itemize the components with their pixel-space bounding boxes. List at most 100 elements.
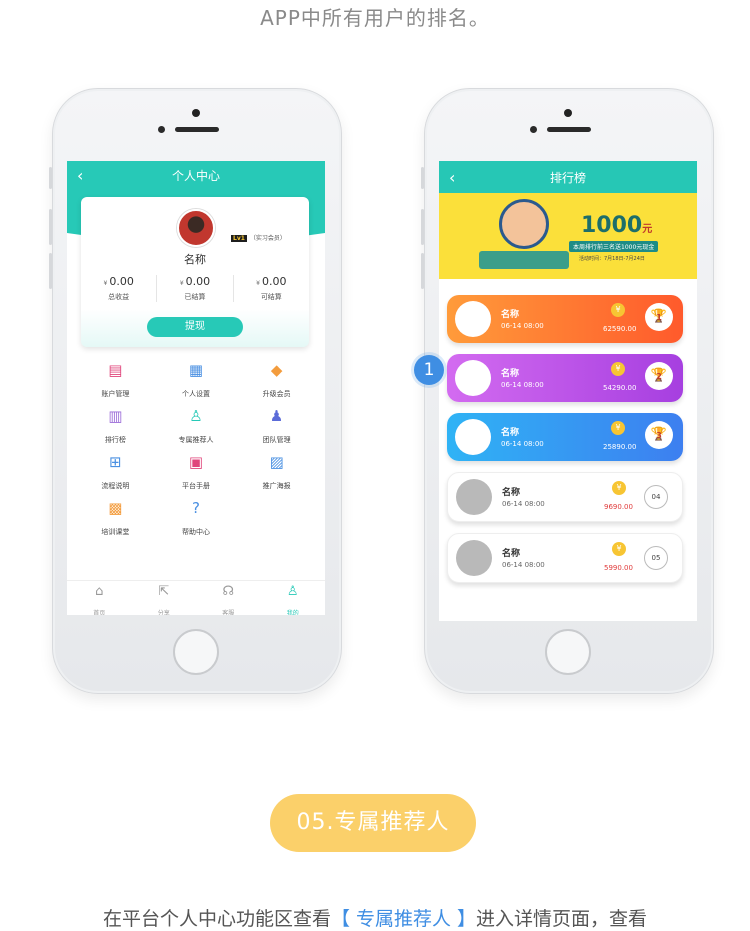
menu-item-flowchart[interactable]: ⊞ 流程说明 [75, 453, 156, 490]
menu-item-poster[interactable]: ▨ 推广海报 [236, 453, 317, 490]
manual-icon: ▣ [188, 453, 204, 471]
menu-item-label: 专属推荐人 [178, 436, 214, 444]
flowchart-icon: ⊞ [109, 453, 122, 471]
banner-headline: 本周排行前三名送1000元现金 [569, 241, 659, 252]
coin-icon: ¥ [612, 542, 626, 556]
volume-down-button [421, 253, 424, 289]
ranking-screen: ‹ 排行榜 1000元 本周排行前三名送1000元现金 活动时间：7月18日-7… [439, 161, 697, 621]
share-icon: ⇱ [158, 584, 170, 599]
cash-illustration [479, 251, 569, 269]
phone-right: ‹ 排行榜 1000元 本周排行前三名送1000元现金 活动时间：7月18日-7… [421, 88, 714, 694]
menu-item-label: 升级会员 [262, 390, 291, 398]
stat-label: 可结算 [260, 293, 282, 301]
menu-item-settings-doc[interactable]: ▦ 个人设置 [156, 361, 237, 398]
sensor [158, 126, 165, 133]
menu-item-label: 帮助中心 [181, 528, 210, 536]
tab-label: 我的 [286, 610, 299, 615]
bottom-tab-bar: ⌂ 首页 ⇱ 分享 ☊ 客服 ♙ 我的 [67, 580, 325, 615]
rank-number: 2 [656, 372, 662, 381]
poster-icon: ▨ [269, 453, 284, 471]
rank-row[interactable]: 名称 06-14 08:00 ¥5990.00 05 [447, 533, 683, 583]
coin-icon: ¥ [611, 362, 625, 376]
rank-avatar [455, 301, 491, 337]
menu-item-label: 排行榜 [104, 436, 126, 444]
stat-value: 0.00 [261, 275, 287, 288]
user-name: 名称 [184, 253, 206, 266]
rank-number-badge: 05 [644, 546, 668, 570]
rank-time: 06-14 08:00 [502, 500, 545, 508]
coin-icon: ¥ [611, 303, 625, 317]
ranking-icon: ▥ [108, 407, 123, 425]
settings-doc-icon: ▦ [188, 361, 204, 379]
menu-item-label: 流程说明 [101, 482, 130, 490]
promo-banner[interactable]: 1000元 本周排行前三名送1000元现金 活动时间：7月18日-7月24日 [439, 193, 697, 279]
banner-amount-value: 1000 [581, 213, 643, 238]
profile-card: Lv1 （实习会员） 名称 ¥0.00 总收益 ¥0.00 已结算 ¥0.00 可… [81, 197, 309, 347]
tab-label: 分享 [157, 610, 170, 615]
rank-row[interactable]: 名称 06-14 08:00 ¥25890.00 🏆 3 [447, 413, 683, 461]
trophy-icon: 🏆 2 [645, 362, 673, 390]
rank-row[interactable]: 名称 06-14 08:00 ¥54290.00 🏆 2 [447, 354, 683, 402]
rank-name: 名称 [501, 369, 520, 379]
tab-user[interactable]: ♙ 我的 [261, 581, 326, 615]
tab-home[interactable]: ⌂ 首页 [67, 581, 132, 615]
menu-item-referrer[interactable]: ♙ 专属推荐人 [156, 407, 237, 444]
mute-switch [49, 167, 52, 189]
caption-highlight: 【 专属推荐人 】 [330, 908, 477, 930]
rank-avatar [456, 479, 492, 515]
ranking-list: 名称 06-14 08:00 ¥62590.00 🏆 1 名称 06-14 08:00 ¥54… [447, 295, 683, 594]
help-icon: ? [192, 499, 200, 517]
tab-share[interactable]: ⇱ 分享 [132, 581, 197, 615]
banner-amount: 1000元 [581, 213, 652, 238]
menu-item-manual[interactable]: ▣ 平台手册 [156, 453, 237, 490]
rank-time: 06-14 08:00 [501, 440, 544, 448]
currency-symbol: ¥ [256, 280, 260, 287]
back-icon[interactable]: ‹ [449, 161, 455, 195]
caption-prefix: 在平台个人中心功能区查看 [102, 908, 331, 930]
ranking-header: ‹ 排行榜 [439, 161, 697, 193]
menu-item-label: 平台手册 [181, 482, 210, 490]
rank-score: 62590.00 [603, 325, 637, 333]
referrer-icon: ♙ [189, 407, 203, 425]
level-badge: Lv1 [231, 235, 247, 242]
earpiece-speaker [547, 127, 591, 132]
rank-row[interactable]: 名称 06-14 08:00 ¥62590.00 🏆 1 [447, 295, 683, 343]
stat-label: 已结算 [184, 293, 206, 301]
home-button[interactable] [173, 629, 219, 675]
rank-number-badge: 04 [644, 485, 668, 509]
rank-time: 06-14 08:00 [501, 381, 544, 389]
front-camera [192, 109, 200, 117]
menu-item-label: 培训课堂 [101, 528, 130, 536]
menu-item-label: 团队管理 [262, 436, 291, 444]
rank-name: 名称 [501, 428, 520, 438]
stat-value: 0.00 [109, 275, 134, 288]
stat-label: 总收益 [108, 293, 130, 301]
profile-screen: ‹ 个人中心 Lv1 （实习会员） 名称 ¥0.00 总收益 ¥0.00 已结算 … [67, 161, 325, 615]
home-button[interactable] [545, 629, 591, 675]
back-icon[interactable]: ‹ [77, 161, 83, 191]
menu-item-diamond[interactable]: ◆ 升级会员 [236, 361, 317, 398]
tab-headset[interactable]: ☊ 客服 [196, 581, 261, 615]
tab-label: 客服 [222, 610, 235, 615]
profile-header: ‹ 个人中心 [67, 161, 325, 191]
rank-row[interactable]: 名称 06-14 08:00 ¥9690.00 04 [447, 472, 683, 522]
withdraw-button[interactable]: 提现 [147, 317, 243, 337]
rank-score: 5990.00 [604, 564, 633, 572]
menu-item-team[interactable]: ♟ 团队管理 [236, 407, 317, 444]
menu-item-ranking[interactable]: ▥ 排行榜 [75, 407, 156, 444]
menu-item-label: 账户管理 [101, 390, 130, 398]
menu-item-account[interactable]: ▤ 账户管理 [75, 361, 156, 398]
step-marker: 1 [414, 355, 444, 385]
earnings-stats: ¥0.00 总收益 ¥0.00 已结算 ¥0.00 可结算 [81, 275, 309, 302]
mute-switch [421, 167, 424, 189]
trophy-icon: 🏆 1 [645, 303, 673, 331]
menu-item-help[interactable]: ? 帮助中心 [156, 499, 237, 536]
banner-amount-unit: 元 [642, 224, 653, 235]
menu-item-label: 推广海报 [262, 482, 291, 490]
avatar[interactable] [177, 209, 215, 247]
rank-number: 1 [656, 313, 662, 322]
menu-item-training[interactable]: ▩ 培训课堂 [75, 499, 156, 536]
volume-up-button [49, 209, 52, 245]
sensor [530, 126, 537, 133]
rank-number: 3 [656, 431, 662, 440]
